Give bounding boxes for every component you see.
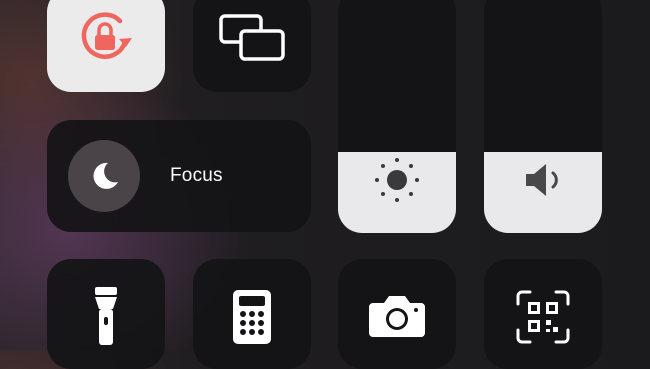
volume-slider[interactable] — [484, 0, 602, 233]
speaker-icon — [526, 164, 558, 196]
calculator-icon — [233, 290, 271, 344]
rotation-lock-toggle[interactable] — [47, 0, 165, 92]
calculator-button[interactable] — [193, 259, 311, 369]
rotation-lock-icon — [81, 12, 132, 59]
moon-icon — [93, 162, 118, 189]
focus-button[interactable]: Focus — [47, 120, 311, 232]
flashlight-button[interactable] — [47, 259, 165, 369]
focus-label: Focus — [170, 165, 223, 186]
screen-mirroring-icon — [219, 14, 285, 61]
focus-icon-circle — [68, 140, 140, 212]
screen-mirroring-button[interactable] — [193, 0, 311, 92]
flashlight-icon — [95, 287, 117, 345]
qr-code-icon — [516, 290, 570, 344]
code-scanner-button[interactable] — [484, 259, 602, 369]
brightness-slider[interactable] — [338, 0, 456, 233]
camera-icon — [369, 296, 425, 337]
camera-button[interactable] — [338, 259, 456, 369]
sun-icon — [375, 158, 419, 202]
